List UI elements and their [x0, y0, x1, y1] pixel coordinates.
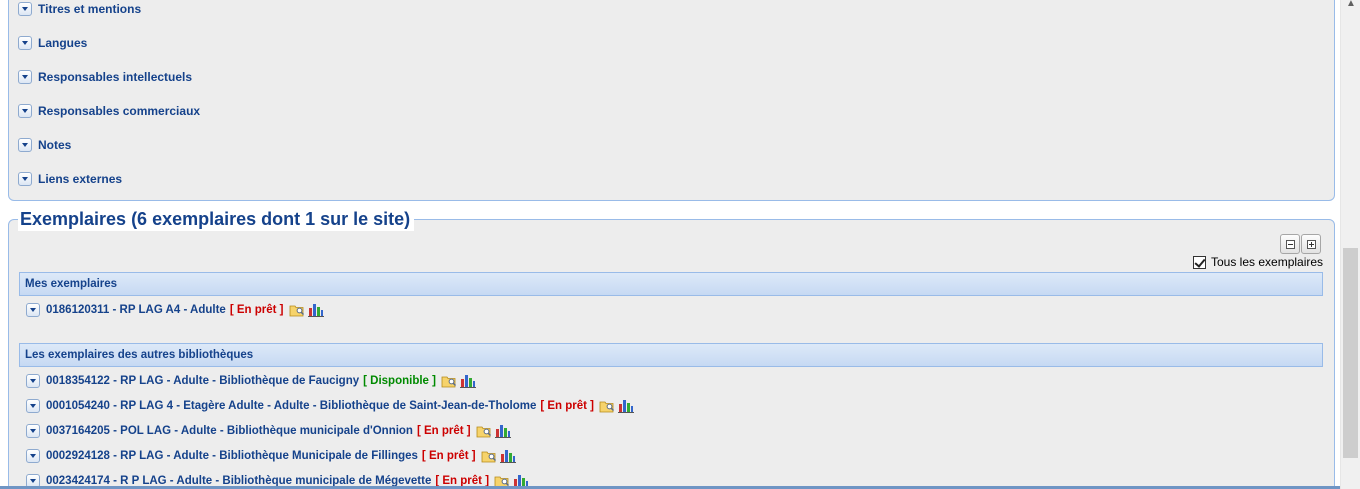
item-text: 0037164205 - POL LAG - Adulte - Biblioth… — [46, 425, 413, 437]
bar-chart-icon[interactable] — [459, 374, 476, 388]
status-badge: [ En prêt ] — [421, 450, 476, 462]
exemplaires-title: Exemplaires (6 exemplaires dont 1 sur le… — [18, 207, 415, 231]
folder-search-icon[interactable] — [599, 399, 615, 413]
section-titres[interactable]: Titres et mentions — [18, 0, 141, 18]
chevron-down-icon[interactable] — [18, 104, 32, 118]
chevron-down-icon[interactable] — [26, 374, 40, 388]
bar-chart-icon[interactable] — [307, 303, 324, 317]
folder-search-icon[interactable] — [289, 303, 305, 317]
my-exemplaires-header: Mes exemplaires — [19, 272, 1323, 296]
chevron-down-icon[interactable] — [26, 449, 40, 463]
check-icon — [1194, 255, 1206, 268]
section-responsables-intellectuels[interactable]: Responsables intellectuels — [18, 68, 192, 86]
section-langues[interactable]: Langues — [18, 34, 87, 52]
vertical-scrollbar[interactable]: ▲ — [1340, 0, 1360, 489]
expand-all-icon — [1306, 239, 1316, 249]
list-item[interactable]: 0018354122 - RP LAG - Adulte - Bibliothè… — [26, 372, 476, 390]
section-label: Notes — [38, 138, 72, 152]
chevron-down-icon[interactable] — [18, 36, 32, 50]
expand-collapse-toolbar — [1280, 234, 1321, 254]
chevron-down-icon[interactable] — [26, 424, 40, 438]
item-text: 0018354122 - RP LAG - Adulte - Bibliothè… — [46, 375, 360, 387]
notice-frame: Titres et mentions Langues Responsables … — [0, 0, 1340, 489]
item-text: 0002924128 - RP LAG - Adulte - Bibliothè… — [46, 450, 418, 462]
all-exemplaires-label: Tous les exemplaires — [1211, 255, 1324, 269]
bar-chart-icon[interactable] — [499, 449, 516, 463]
list-item[interactable]: 0186120311 - RP LAG A4 - Adulte [ En prê… — [26, 301, 324, 319]
all-exemplaires-toggle[interactable]: Tous les exemplaires — [1193, 255, 1323, 269]
item-text: 0001054240 - RP LAG 4 - Etagère Adulte -… — [46, 400, 537, 412]
folder-search-icon[interactable] — [481, 449, 497, 463]
list-item[interactable]: 0002924128 - RP LAG - Adulte - Bibliothè… — [26, 447, 516, 465]
status-badge: [ Disponible ] — [363, 375, 436, 387]
status-badge: [ En prêt ] — [540, 400, 595, 412]
section-label: Responsables intellectuels — [38, 70, 193, 84]
chevron-down-icon[interactable] — [18, 138, 32, 152]
item-text: 0186120311 - RP LAG A4 - Adulte — [46, 304, 226, 316]
section-label: Liens externes — [38, 172, 123, 186]
status-badge: [ En prêt ] — [229, 304, 284, 316]
section-label: Responsables commerciaux — [38, 104, 201, 118]
list-item[interactable]: 0001054240 - RP LAG 4 - Etagère Adulte -… — [26, 397, 635, 415]
section-label: Langues — [38, 36, 88, 50]
chevron-down-icon[interactable] — [26, 399, 40, 413]
details-panel — [8, 0, 1335, 201]
chevron-down-icon[interactable] — [26, 303, 40, 317]
collapse-all-button[interactable] — [1280, 234, 1300, 254]
status-badge: [ En prêt ] — [416, 425, 471, 437]
scroll-up-icon[interactable]: ▲ — [1346, 0, 1356, 9]
chevron-down-icon[interactable] — [18, 2, 32, 16]
section-liens-externes[interactable]: Liens externes — [18, 170, 122, 188]
section-notes[interactable]: Notes — [18, 136, 71, 154]
chevron-down-icon[interactable] — [18, 70, 32, 84]
bar-chart-icon[interactable] — [618, 399, 635, 413]
other-libraries-header: Les exemplaires des autres bibliothèques — [19, 343, 1323, 367]
scroll-thumb[interactable] — [1343, 248, 1358, 458]
all-exemplaires-checkbox[interactable] — [1193, 255, 1206, 269]
section-label: Titres et mentions — [38, 2, 142, 16]
list-item[interactable]: 0037164205 - POL LAG - Adulte - Biblioth… — [26, 422, 511, 440]
folder-search-icon[interactable] — [441, 374, 457, 388]
collapse-all-icon — [1285, 239, 1295, 249]
section-responsables-commerciaux[interactable]: Responsables commerciaux — [18, 102, 200, 120]
bar-chart-icon[interactable] — [494, 424, 511, 438]
chevron-down-icon[interactable] — [18, 172, 32, 186]
folder-search-icon[interactable] — [476, 424, 492, 438]
expand-all-button[interactable] — [1301, 234, 1321, 254]
